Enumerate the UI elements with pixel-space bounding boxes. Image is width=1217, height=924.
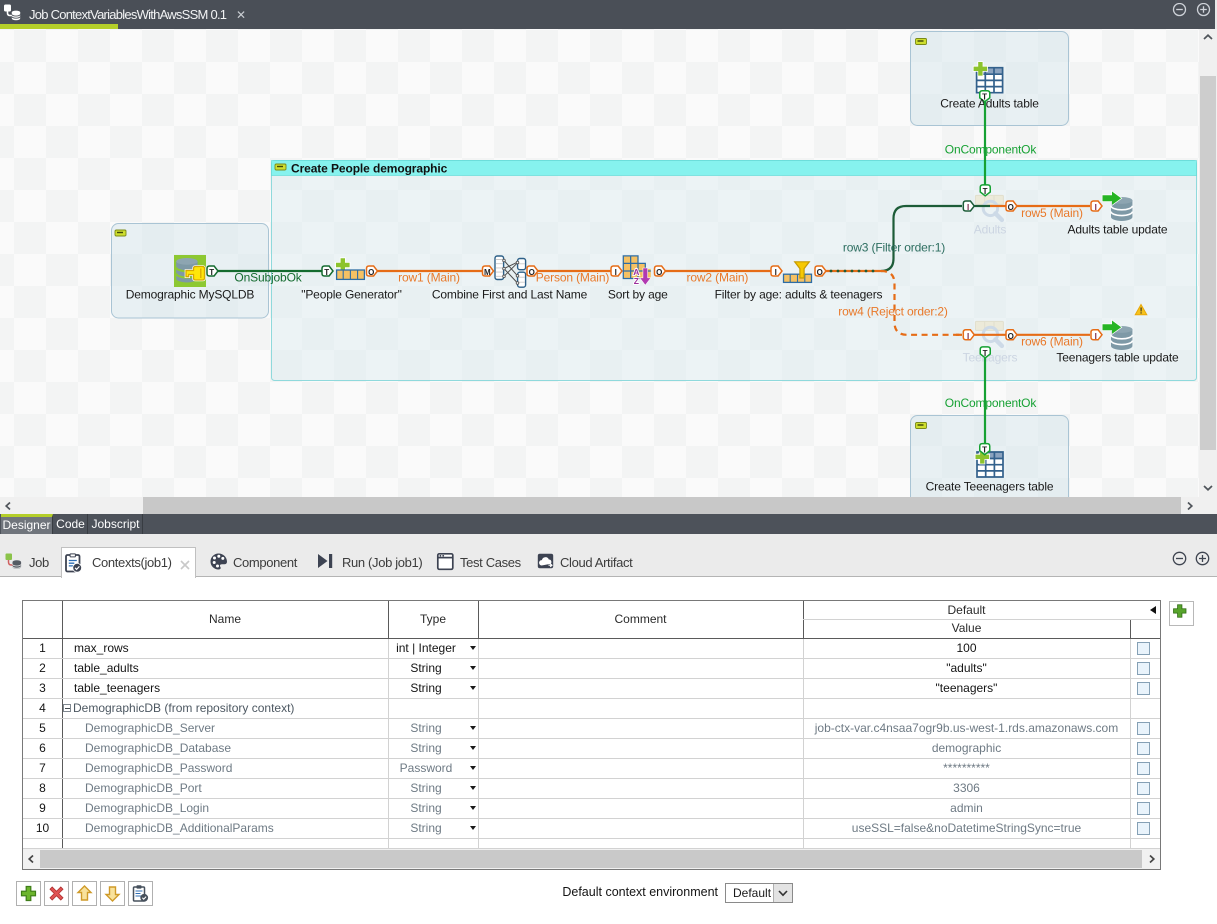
svg-text:row5 (Main): row5 (Main) xyxy=(1021,206,1083,220)
svg-text:Teenagers table update: Teenagers table update xyxy=(1056,351,1179,365)
svg-text:row2 (Main): row2 (Main) xyxy=(687,271,749,285)
svg-text:Adults table update: Adults table update xyxy=(1068,223,1168,237)
svg-text:T: T xyxy=(982,446,987,455)
svg-text:O: O xyxy=(368,268,374,277)
svg-text:Create People demographic: Create People demographic xyxy=(291,162,448,176)
svg-text:T: T xyxy=(983,349,988,358)
svg-text:Filter by age: adults & teenag: Filter by age: adults & teenagers xyxy=(715,288,883,302)
svg-text:T: T xyxy=(209,268,214,277)
svg-text:I: I xyxy=(1095,332,1097,341)
svg-text:Create Teeenagers table: Create Teeenagers table xyxy=(926,480,1054,494)
svg-text:"People Generator": "People Generator" xyxy=(301,288,402,302)
svg-text:OnComponentOk: OnComponentOk xyxy=(945,143,1038,157)
svg-text:T: T xyxy=(324,268,329,277)
svg-text:row1 (Main): row1 (Main) xyxy=(398,271,460,285)
svg-text:M: M xyxy=(484,268,491,277)
svg-text:Person (Main): Person (Main) xyxy=(536,271,610,285)
svg-text:O: O xyxy=(1008,332,1014,341)
svg-text:Combine First and Last Name: Combine First and Last Name xyxy=(432,288,588,302)
svg-text:row3 (Filter order:1): row3 (Filter order:1) xyxy=(843,241,945,255)
svg-text:Adults: Adults xyxy=(974,223,1007,237)
svg-text:I: I xyxy=(967,203,969,212)
svg-text:OnSubjobOk: OnSubjobOk xyxy=(234,271,302,285)
svg-text:O: O xyxy=(1008,203,1014,212)
svg-text:I: I xyxy=(615,268,617,277)
svg-text:Create Adults table: Create Adults table xyxy=(940,97,1039,111)
svg-text:Z: Z xyxy=(634,276,639,286)
svg-text:OnComponentOk: OnComponentOk xyxy=(945,396,1038,410)
svg-text:Demographic MySQLDB: Demographic MySQLDB xyxy=(126,288,255,302)
svg-text:O: O xyxy=(656,268,662,277)
svg-text:Sort by age: Sort by age xyxy=(608,288,668,302)
svg-text:O: O xyxy=(817,268,823,277)
svg-text:I: I xyxy=(775,268,777,277)
svg-text:row6 (Main): row6 (Main) xyxy=(1021,335,1083,349)
svg-text:O: O xyxy=(529,268,535,277)
svg-text:!: ! xyxy=(1140,307,1143,316)
svg-text:I: I xyxy=(1095,203,1097,212)
svg-text:T: T xyxy=(983,187,988,196)
svg-text:I: I xyxy=(967,332,969,341)
svg-text:row4 (Reject order:2): row4 (Reject order:2) xyxy=(838,305,948,319)
